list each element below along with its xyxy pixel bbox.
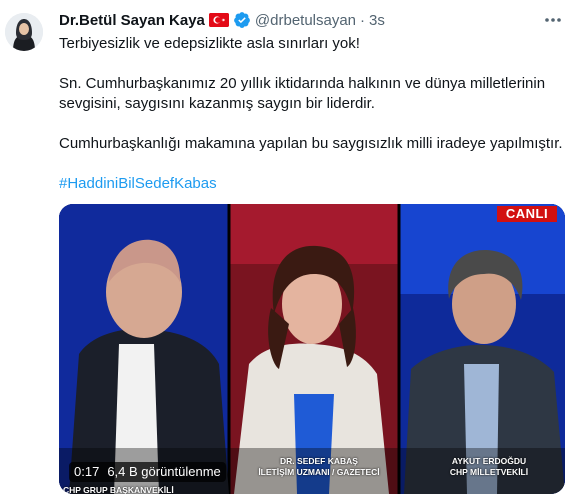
- hashtag-link[interactable]: #HaddiniBilSedefKabas: [59, 174, 217, 194]
- view-count: 6,4 B görüntülenme: [107, 464, 221, 479]
- caption-right-title: CHP MİLLETVEKİLİ: [449, 467, 529, 477]
- tweet-timestamp[interactable]: 3s: [369, 12, 385, 29]
- more-options-icon[interactable]: [542, 10, 564, 30]
- author-handle[interactable]: @drbetulsayan: [255, 12, 356, 29]
- caption-center: DR. SEDEF KABAŞ İLETİŞİM UZMANI / GAZETE…: [249, 456, 389, 478]
- caption-center-name: DR. SEDEF KABAŞ: [280, 456, 358, 466]
- tweet-line: Sn. Cumhurbaşkanımız 20 yıllık iktidarın…: [59, 75, 546, 92]
- verified-badge-icon: [234, 12, 250, 28]
- caption-left-title: CHP GRUP BAŞKANVEKİLİ: [63, 485, 174, 494]
- caption-right-name: AYKUT ERDOĞDU: [451, 456, 527, 466]
- video-player[interactable]: CANLI DR. SEDEF KABAŞ İLETİŞİM UZMANI / …: [59, 204, 565, 494]
- author-name[interactable]: Dr.Betül Sayan Kaya: [59, 12, 205, 29]
- tweet-header: Dr.Betül Sayan Kaya @drbetulsayan · 3s: [59, 10, 385, 30]
- video-elapsed-time: 0:17: [74, 464, 100, 479]
- avatar[interactable]: [5, 13, 43, 51]
- video-frame: [59, 204, 565, 494]
- live-badge: CANLI: [497, 206, 557, 222]
- turkey-flag-icon: [208, 13, 229, 27]
- caption-center-title: İLETİŞİM UZMANI / GAZETECİ: [258, 467, 380, 477]
- tweet-line: sevgisini, saygısını kazanmış saygın bir…: [59, 95, 375, 112]
- video-stats-pill: 0:17 6,4 B görüntülenme: [69, 462, 226, 482]
- tweet-line: Terbiyesizlik ve edepsizlikte asla sınır…: [59, 35, 360, 52]
- tweet-card[interactable]: Dr.Betül Sayan Kaya @drbetulsayan · 3s T…: [0, 0, 570, 496]
- tweet-line: Cumhurbaşkanlığı makamına yapılan bu say…: [59, 135, 563, 152]
- avatar-image: [5, 13, 43, 51]
- separator-dot: ·: [360, 11, 366, 29]
- caption-right: AYKUT ERDOĞDU CHP MİLLETVEKİLİ: [419, 456, 559, 478]
